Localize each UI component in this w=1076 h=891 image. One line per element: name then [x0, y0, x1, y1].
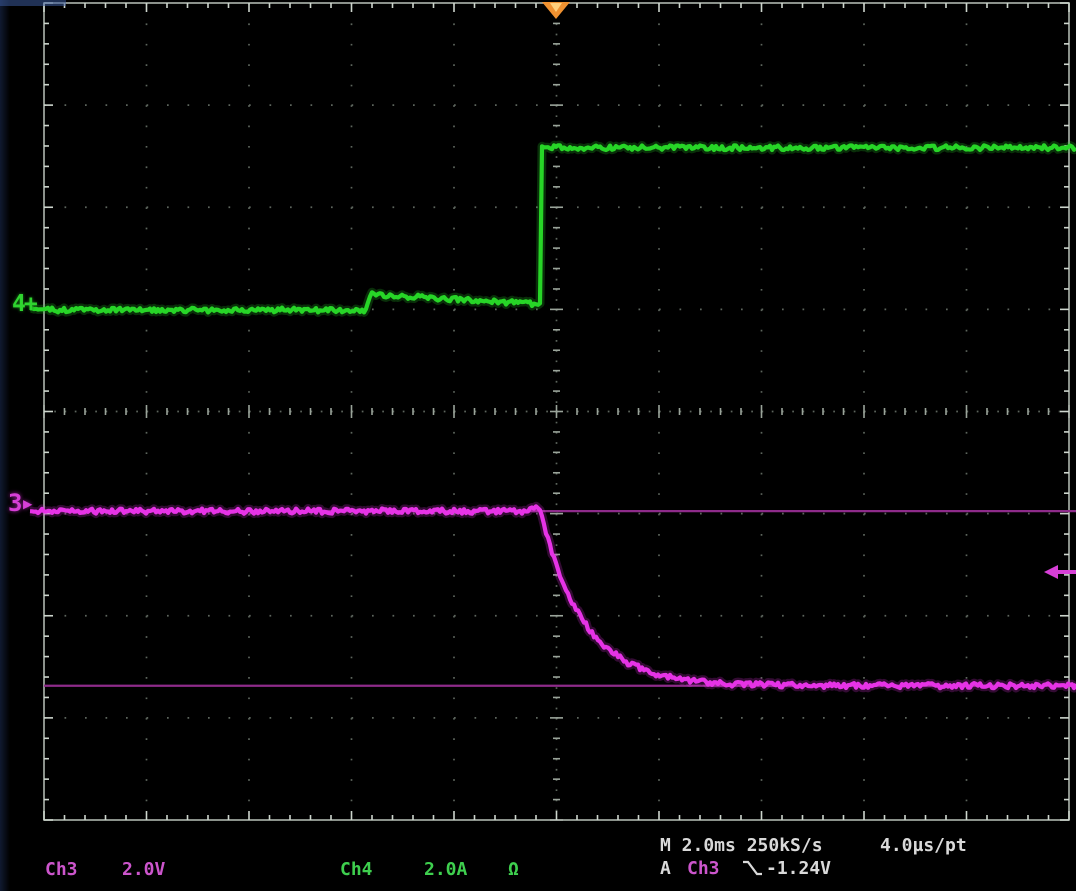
ch3-scale: 2.0V: [122, 859, 165, 880]
trigger-position-marker-inner: [550, 3, 562, 12]
trigger-level-readout: -1.24V: [766, 858, 831, 879]
timebase-readout: M 2.0ms 250kS/s: [660, 835, 823, 856]
ch4-label: Ch4: [340, 859, 373, 880]
ch3-ground-marker: 3▸: [8, 489, 33, 517]
photo-edge-tint: [0, 0, 10, 891]
trigger-prefix: A: [660, 858, 671, 879]
trigger-source: Ch3: [687, 858, 720, 879]
ch3-label: Ch3: [45, 859, 78, 880]
oscilloscope-screen: 4+ 3▸ Ch3 2.0V Ch4 2.0A Ω M 2.0ms 250kS/…: [0, 0, 1076, 891]
graticule-and-traces: [0, 0, 1076, 891]
ch4-coupling-ohm: Ω: [508, 859, 519, 880]
falling-slope-icon: [741, 860, 763, 877]
photo-glare-streak: [0, 0, 66, 6]
trigger-level-arrow-tail: [1056, 570, 1076, 574]
sample-resolution-readout: 4.0µs/pt: [880, 835, 967, 856]
ch4-scale: 2.0A: [424, 859, 467, 880]
ch4-ground-marker: 4+: [12, 291, 36, 317]
